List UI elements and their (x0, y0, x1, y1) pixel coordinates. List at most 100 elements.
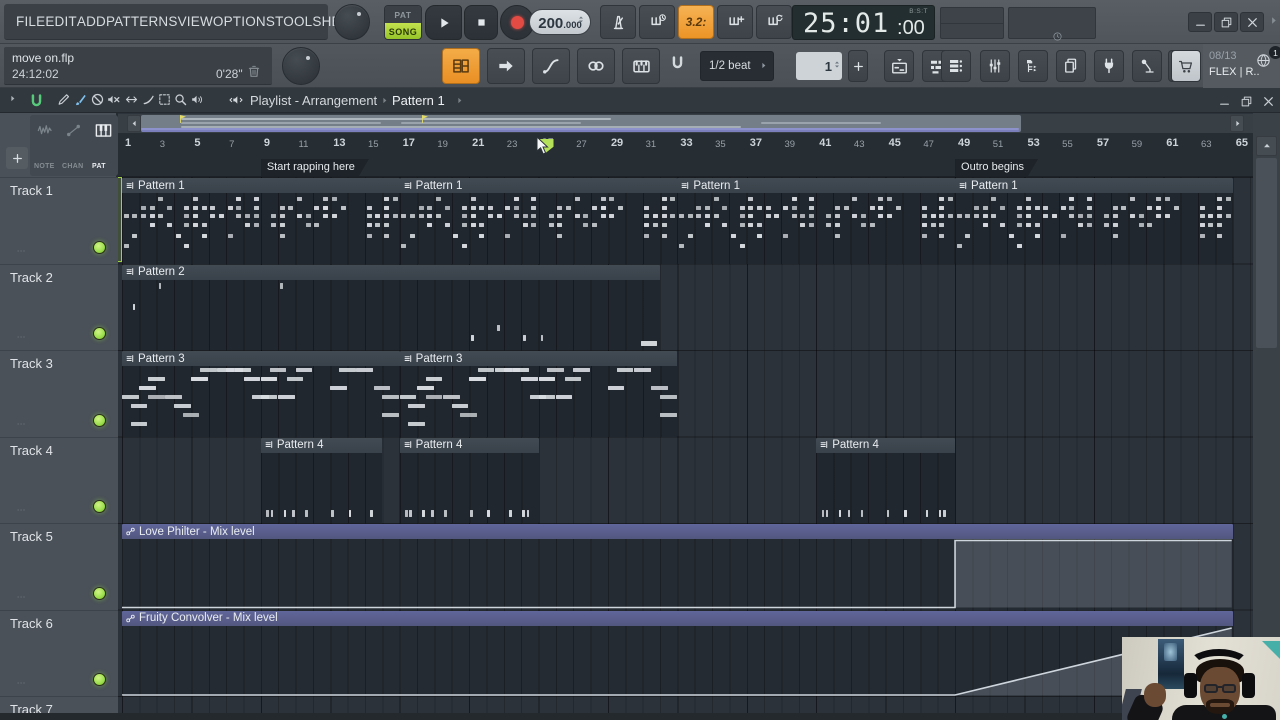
track-header-4[interactable]: Track 4 (0, 436, 118, 523)
track-header-1[interactable]: Track 1 (0, 177, 118, 264)
playlist-close-icon[interactable] (1262, 95, 1275, 108)
track-header-6[interactable]: Track 6 (0, 609, 118, 696)
slide-notes-button[interactable] (532, 48, 570, 84)
main-volume-knob[interactable] (334, 4, 370, 40)
playlist-horizontal-scrollbar[interactable] (118, 114, 1253, 133)
timeline-marker[interactable]: Outro begins (955, 159, 1038, 176)
track-mute-led[interactable] (93, 240, 106, 254)
song-mode-button[interactable]: SONG (385, 23, 421, 39)
link-button[interactable] (577, 48, 615, 84)
playlist-lanes[interactable]: Pattern 1 Pattern 1 Pattern 1 Pattern 1 Patt… (118, 177, 1253, 720)
pattern-clip[interactable]: Pattern 4 (399, 437, 539, 523)
blend-recording-button[interactable] (717, 5, 753, 39)
playlist-maximize-icon[interactable] (1240, 95, 1253, 108)
select-tool-icon[interactable] (157, 92, 174, 109)
add-pattern-button[interactable] (848, 50, 868, 82)
time-display[interactable]: 25:01 :00 B:S:T (792, 5, 935, 40)
track-mute-led[interactable] (93, 413, 106, 427)
menu-file[interactable]: FILE (16, 14, 45, 29)
track-options-dots[interactable] (13, 419, 30, 429)
track-header-5[interactable]: Track 5 (0, 523, 118, 610)
track-options-dots[interactable] (13, 505, 30, 515)
pattern-spinner[interactable] (833, 59, 841, 70)
master-pitch-knob[interactable] (282, 47, 320, 85)
play-button[interactable] (425, 5, 462, 40)
pattern-clip[interactable]: Pattern 2 (122, 264, 660, 350)
metronome-button[interactable] (600, 5, 636, 39)
browser-button[interactable] (1018, 50, 1048, 82)
track-options-dots[interactable] (13, 332, 30, 342)
plugin-picker-button[interactable] (1094, 50, 1124, 82)
menu-add[interactable]: ADD (77, 14, 106, 29)
pat-song-toggle[interactable]: PAT SONG (384, 5, 422, 40)
breadcrumb-pattern[interactable]: Pattern 1 (392, 93, 445, 108)
track-options-dots[interactable] (13, 592, 30, 602)
delete-tool-icon[interactable] (90, 92, 107, 109)
tab-note-icon[interactable] (36, 121, 55, 140)
breadcrumb-arrangement[interactable]: Playlist - Arrangement (250, 93, 377, 108)
maximize-button[interactable] (1214, 12, 1238, 32)
slip-stretch-tool-icon[interactable] (124, 92, 141, 109)
playlist-snap-magnet-icon[interactable] (27, 92, 44, 109)
trash-icon[interactable] (246, 63, 262, 79)
channel-rack-button[interactable] (941, 50, 971, 82)
typing-keyboard-to-piano-button[interactable] (622, 48, 660, 84)
tuner-button[interactable] (1132, 50, 1162, 82)
arrangement-speaker-icon[interactable] (228, 92, 245, 109)
playlist-vertical-scrollbar[interactable] (1253, 113, 1280, 720)
track-mute-led[interactable] (93, 500, 106, 513)
track-mute-led[interactable] (93, 327, 106, 340)
menu-patterns[interactable]: PATTERNS (106, 14, 178, 29)
minimize-button[interactable] (1188, 12, 1212, 32)
playlist-collapse-arrow[interactable] (8, 94, 25, 111)
tab-pat-icon[interactable] (94, 121, 113, 140)
pattern-number-selector[interactable]: 1 (796, 52, 842, 80)
plugin-database-button[interactable] (1056, 50, 1086, 82)
vscrollbar-thumb[interactable] (1256, 158, 1277, 348)
automation-clip[interactable]: Love Philter - Mix level (122, 524, 1233, 610)
scroll-up-button[interactable] (1256, 136, 1277, 156)
slice-tool-icon[interactable] (141, 92, 158, 109)
loop-recording-button[interactable] (756, 5, 792, 39)
track-mute-led[interactable] (93, 586, 106, 600)
scroll-left-button[interactable] (127, 115, 141, 132)
countdown-precount-button[interactable]: 3.2: (678, 5, 714, 39)
draw-tool-pencil-icon[interactable] (56, 92, 73, 109)
pattern-clip[interactable]: Pattern 4 (260, 437, 383, 523)
close-button[interactable] (1240, 12, 1264, 32)
pattern-clip[interactable]: Pattern 1 (399, 178, 678, 264)
tab-chan-icon[interactable] (64, 121, 83, 140)
shop-cart-button[interactable] (1171, 50, 1201, 82)
pattern-song-grid-button[interactable] (442, 48, 480, 84)
pat-mode-button[interactable]: PAT (385, 6, 421, 23)
pattern-clip[interactable]: Pattern 1 (677, 178, 956, 264)
stop-button[interactable] (464, 5, 498, 40)
add-track-button[interactable] (6, 147, 28, 169)
playback-tool-icon[interactable] (190, 92, 207, 109)
pattern-clip[interactable]: Pattern 1 (122, 178, 400, 264)
timeline-ruler[interactable]: 1357911131517192123252729313335373941434… (118, 133, 1253, 177)
scrollbar-thumb-minimap[interactable] (141, 115, 1021, 132)
collapse-toolbar-arrow[interactable] (1268, 15, 1279, 26)
mixer-button[interactable] (980, 50, 1010, 82)
playlist-panel-button[interactable] (884, 50, 914, 82)
mute-tool-icon[interactable] (106, 92, 123, 109)
pattern-clip[interactable]: Pattern 1 (955, 178, 1233, 264)
zoom-tool-icon[interactable] (173, 92, 190, 109)
tab-chan-label[interactable]: CHAN (62, 163, 83, 170)
wait-for-input-button[interactable] (639, 5, 675, 39)
track-header-2[interactable]: Track 2 (0, 263, 118, 350)
step-edit-button[interactable] (487, 48, 525, 84)
tab-note-label[interactable]: NOTE (34, 163, 55, 170)
menu-edit[interactable]: EDIT (45, 14, 77, 29)
pattern-clip[interactable]: Pattern 3 (399, 351, 678, 437)
track-header-3[interactable]: Track 3 (0, 350, 118, 437)
track-mute-led[interactable] (93, 673, 106, 686)
scroll-right-button[interactable] (1230, 115, 1244, 132)
menu-tools[interactable]: TOOLS (275, 14, 322, 29)
automation-clip[interactable]: Fruity Convolver - Mix level (122, 610, 1233, 696)
shop-info-panel[interactable]: 08/13 FLEX | R.. 1 (1203, 44, 1280, 88)
playlist-minimize-icon[interactable] (1218, 95, 1231, 108)
pattern-clip[interactable]: Pattern 3 (122, 351, 400, 437)
timeline-marker[interactable]: Start rapping here (261, 159, 369, 176)
